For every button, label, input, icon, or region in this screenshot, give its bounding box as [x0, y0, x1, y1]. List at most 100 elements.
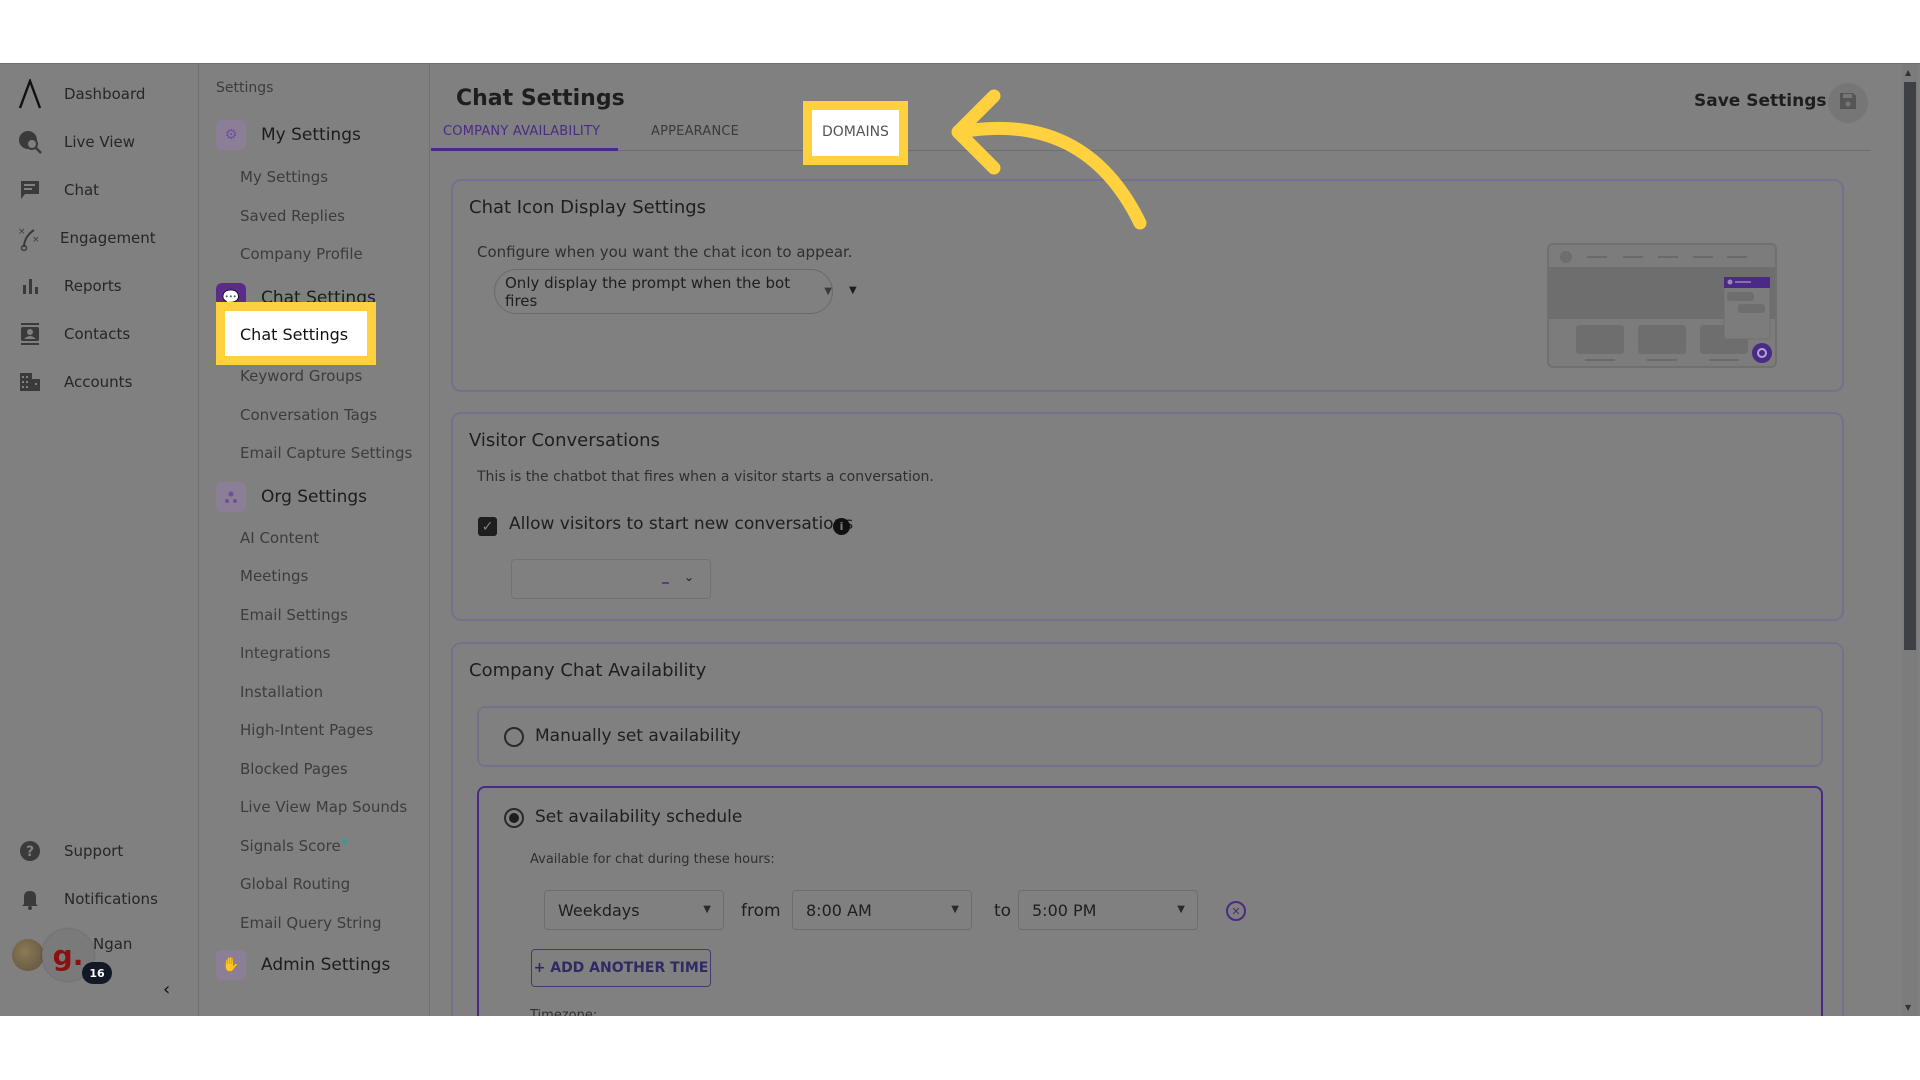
primary-sidebar: Dashboard Live View Chat × × Engagement R…: [0, 64, 199, 1016]
svg-text:×: ×: [32, 235, 40, 245]
collapse-sidebar-icon[interactable]: ‹: [163, 979, 170, 1000]
accounts-icon: [17, 369, 43, 395]
days-select[interactable]: Weekdays ▼: [544, 890, 724, 930]
card-title: Company Chat Availability: [469, 660, 707, 681]
save-settings-label[interactable]: Save Settings: [1694, 91, 1827, 111]
settings-item[interactable]: Live View Map Sounds: [240, 798, 407, 816]
settings-item[interactable]: Meetings: [240, 567, 308, 585]
live-view-icon: [17, 129, 43, 155]
nav-reports[interactable]: Reports: [0, 266, 199, 306]
tab-domains[interactable]: DOMAINS: [803, 101, 908, 165]
settings-item-label: Signals Score: [240, 837, 341, 855]
chat-icon-display-select[interactable]: Only display the prompt when the bot fir…: [494, 269, 833, 314]
start-time-select[interactable]: 8:00 AM ▼: [792, 890, 972, 930]
tab-appearance[interactable]: APPEARANCE: [651, 124, 739, 139]
highlighted-chat-settings-item[interactable]: Chat Settings: [216, 302, 376, 365]
tab-company-availability[interactable]: COMPANY AVAILABILITY: [443, 124, 600, 139]
app-window: Dashboard Live View Chat × × Engagement R…: [0, 63, 1920, 1016]
manual-availability-option[interactable]: Manually set availability: [477, 706, 1823, 767]
bell-icon: [17, 886, 43, 912]
card-title: Chat Icon Display Settings: [469, 197, 707, 218]
select-value: 8:00 AM: [806, 900, 872, 920]
settings-item-signals-score[interactable]: Signals Score✦: [240, 837, 349, 855]
settings-item[interactable]: Company Profile: [240, 245, 363, 263]
company-chat-availability-card: Company Chat Availability Manually set a…: [451, 642, 1844, 1016]
settings-item[interactable]: Global Routing: [240, 875, 350, 893]
contacts-icon: [17, 321, 43, 347]
settings-item[interactable]: Keyword Groups: [240, 367, 362, 385]
engagement-icon: × ×: [17, 225, 43, 251]
nav-engagement[interactable]: × × Engagement: [0, 218, 199, 258]
caret-down-icon: ▼: [1177, 904, 1185, 915]
chatbot-select[interactable]: ⌄: [511, 559, 711, 599]
end-time-select[interactable]: 5:00 PM ▼: [1018, 890, 1198, 930]
settings-item[interactable]: Conversation Tags: [240, 406, 377, 424]
settings-item[interactable]: High-Intent Pages: [240, 721, 373, 739]
nav-chat[interactable]: Chat: [0, 170, 199, 210]
svg-text:?: ?: [26, 844, 34, 860]
settings-item[interactable]: Blocked Pages: [240, 760, 348, 778]
nav-live-view[interactable]: Live View: [0, 122, 199, 162]
active-tab-indicator: [431, 148, 618, 151]
nav-accounts[interactable]: Accounts: [0, 362, 199, 402]
page-title: Chat Settings: [456, 86, 625, 111]
group-my-settings[interactable]: ⚙ My Settings: [216, 118, 361, 152]
org-icon: [216, 482, 246, 512]
info-icon[interactable]: i: [833, 518, 850, 535]
settings-item[interactable]: Installation: [240, 683, 323, 701]
caret-down-icon: ▼: [824, 286, 832, 297]
settings-item[interactable]: Email Settings: [240, 606, 348, 624]
select-value: 5:00 PM: [1032, 900, 1097, 920]
schedule-availability-option[interactable]: Set availability schedule Available for …: [477, 786, 1823, 1016]
group-org-settings[interactable]: Org Settings: [216, 480, 367, 514]
settings-item-label: Chat Settings: [240, 325, 349, 344]
nav-label: Support: [64, 842, 124, 860]
nav-label: Live View: [64, 133, 135, 151]
gear-icon: ⚙: [216, 120, 246, 150]
vertical-scrollbar[interactable]: ▲ ▼: [1902, 64, 1918, 1016]
nav-support[interactable]: ? Support: [0, 831, 199, 871]
caret-down-icon: ▼: [703, 904, 711, 915]
settings-item[interactable]: Email Query String: [240, 914, 382, 932]
nav-label: Engagement: [60, 229, 156, 247]
nav-label: Contacts: [64, 325, 131, 343]
notification-count-badge: 16: [82, 962, 112, 984]
chat-icon-display-card: Chat Icon Display Settings Configure whe…: [451, 179, 1844, 392]
checkmark-icon: ✓: [481, 518, 494, 535]
settings-item[interactable]: Email Capture Settings: [240, 444, 412, 462]
add-another-time-button[interactable]: + ADD ANOTHER TIME: [531, 949, 711, 987]
manual-availability-radio[interactable]: [504, 727, 524, 747]
user-profile[interactable]: g. Ngan 16: [12, 927, 192, 987]
tab-bar: COMPANY AVAILABILITY APPEARANCE: [431, 109, 1871, 151]
timezone-label: Timezone:: [530, 1008, 598, 1016]
settings-item[interactable]: AI Content: [240, 529, 319, 547]
chevron-down-icon: ⌄: [684, 570, 695, 584]
settings-item[interactable]: My Settings: [240, 168, 328, 186]
nav-contacts[interactable]: Contacts: [0, 314, 199, 354]
hours-label: Available for chat during these hours:: [530, 852, 775, 867]
settings-item[interactable]: Saved Replies: [240, 207, 345, 225]
group-label: Org Settings: [261, 487, 367, 507]
caret-down-icon[interactable]: ▼: [849, 285, 857, 296]
settings-item[interactable]: Integrations: [240, 644, 330, 662]
scroll-down-arrow-icon[interactable]: ▼: [1905, 1003, 1911, 1012]
chat-widget-preview-image: [1547, 243, 1777, 368]
scrollbar-thumb[interactable]: [1904, 82, 1916, 650]
remove-time-icon[interactable]: ✕: [1226, 901, 1246, 921]
tab-label: DOMAINS: [822, 124, 889, 140]
group-admin-settings[interactable]: ✋ Admin Settings: [216, 948, 390, 982]
nav-dashboard[interactable]: Dashboard: [0, 74, 199, 114]
group-label: My Settings: [261, 125, 361, 145]
nav-label: Reports: [64, 277, 122, 295]
user-name: Ngan: [93, 935, 133, 953]
option-label: Set availability schedule: [535, 807, 743, 827]
scroll-up-arrow-icon[interactable]: ▲: [1905, 68, 1911, 77]
allow-visitors-checkbox[interactable]: ✓: [478, 517, 497, 536]
settings-heading: Settings: [216, 80, 274, 96]
schedule-availability-radio[interactable]: [504, 808, 524, 828]
card-description: Configure when you want the chat icon to…: [477, 243, 853, 261]
nav-notifications[interactable]: Notifications: [0, 879, 199, 919]
card-title: Visitor Conversations: [469, 430, 660, 451]
nav-label: Accounts: [64, 373, 133, 391]
card-description: This is the chatbot that fires when a vi…: [477, 469, 934, 485]
